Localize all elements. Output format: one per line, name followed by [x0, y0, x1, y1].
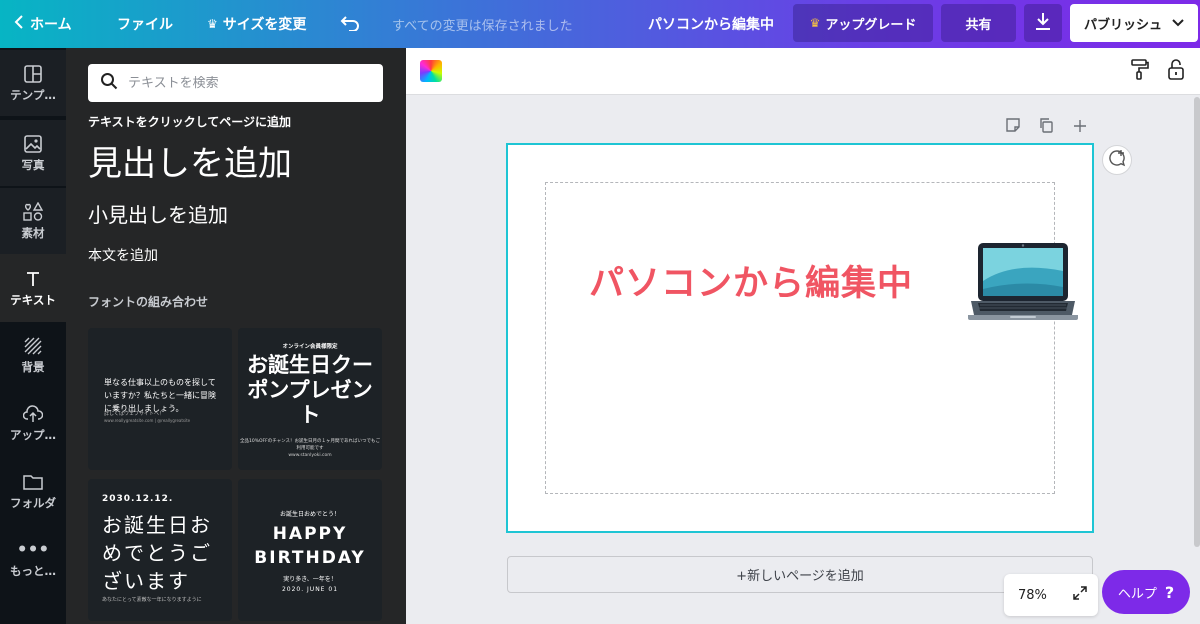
rail-item-text[interactable]: テキスト [0, 254, 66, 322]
laptop-illustration[interactable] [968, 241, 1078, 325]
add-subheading-button[interactable]: 小見出しを追加 [88, 199, 228, 228]
design-page[interactable]: パソコンから編集中 [506, 143, 1094, 533]
publish-button[interactable]: パブリッシュ [1070, 4, 1198, 42]
panel-hint: テキストをクリックしてページに追加 [88, 115, 292, 129]
text-icon [23, 269, 43, 289]
search-input[interactable] [128, 75, 368, 91]
card-text: 実り多き、一年を！ [283, 576, 337, 583]
elements-icon [23, 201, 43, 222]
crown-icon: ♛ [207, 17, 218, 31]
upgrade-label: アップグレード [825, 17, 917, 33]
font-combo-card[interactable]: 単なる仕事以上のものを探していますか？私たちと一緒に冒険に乗り出しましょう。 詳… [88, 328, 232, 470]
rail-label: 背景 [21, 359, 45, 374]
crown-icon: ♛ [809, 16, 821, 30]
more-icon: ••• [16, 539, 50, 560]
duplicate-page-button[interactable] [1035, 116, 1057, 138]
rail-label: 素材 [21, 225, 45, 240]
canvas-title-text[interactable]: パソコンから編集中 [589, 255, 913, 306]
add-heading-button[interactable]: 見出しを追加 [88, 136, 292, 185]
upgrade-button[interactable]: ♛ アップグレード [793, 4, 933, 42]
folder-icon [23, 472, 43, 492]
card-title: お誕生日クーポンプレゼント [247, 353, 373, 427]
copy-style-button[interactable] [1128, 58, 1152, 84]
download-icon [1034, 11, 1052, 35]
text-panel: テキストをクリックしてページに追加 見出しを追加 小見出しを追加 本文を追加 フ… [66, 48, 406, 624]
help-button[interactable]: ヘルプ ? [1102, 570, 1190, 614]
font-combo-card[interactable]: オンライン会員様限定 お誕生日クーポンプレゼント 全品10%OFFのチャンス！お… [238, 328, 382, 470]
note-icon [1005, 117, 1021, 137]
file-menu[interactable]: ファイル [117, 0, 173, 48]
download-button[interactable] [1024, 4, 1062, 42]
lock-icon [1167, 58, 1185, 84]
color-picker-icon[interactable] [420, 60, 442, 82]
question-icon: ? [1164, 582, 1175, 602]
add-comment-button[interactable] [1102, 145, 1132, 175]
chevron-left-icon [14, 15, 24, 33]
card-title: お誕生日おめでとうございます [102, 513, 212, 593]
save-status: すべての変更は保存されました [392, 18, 573, 34]
resize-button[interactable]: ♛ サイズを変更 [207, 0, 306, 48]
home-button[interactable]: ホーム [14, 0, 72, 48]
rail-item-background[interactable]: 背景 [0, 322, 66, 388]
document-title[interactable]: パソコンから編集中 [648, 0, 774, 48]
rail-label: テンプ… [10, 87, 56, 102]
card-text: www.reallygreatsite.com | @reallygreatsi… [104, 418, 191, 423]
rail-item-more[interactable]: ••• もっと… [0, 526, 66, 592]
rail-item-elements[interactable]: 素材 [0, 188, 66, 254]
rail-item-photos[interactable]: 写真 [0, 120, 66, 186]
rail-item-uploads[interactable]: アップ… [0, 390, 66, 456]
comment-add-icon [1108, 149, 1126, 171]
rail-label: 写真 [21, 157, 45, 172]
photo-icon [23, 134, 43, 154]
card-text: オンライン会員様限定 [282, 344, 338, 350]
search-icon [100, 72, 118, 94]
search-box[interactable] [88, 64, 383, 102]
undo-icon [340, 12, 360, 36]
zoom-level[interactable]: 78% [1018, 588, 1047, 603]
rail-item-templates[interactable]: テンプ… [0, 50, 66, 116]
card-text: お誕生日おめでとう！ [279, 511, 340, 518]
card-text: 2030.12.12. [102, 494, 174, 504]
scrollbar[interactable] [1194, 97, 1200, 547]
rail-label: フォルダ [10, 495, 56, 510]
chevron-down-icon [1172, 16, 1184, 31]
duplicate-icon [1038, 117, 1054, 137]
share-button[interactable]: 共有 [941, 4, 1016, 42]
card-text: 詳しくはウェブサイトへ！ [104, 411, 165, 417]
editor-area: パソコンから編集中 +新しいページを追加 78% ヘルプ ? [406, 48, 1200, 624]
editor-toolbar [406, 48, 1200, 95]
fullscreen-icon[interactable] [1072, 585, 1088, 605]
rail-label: もっと… [10, 563, 56, 578]
upload-icon [23, 404, 43, 424]
add-page-icon-button[interactable] [1069, 116, 1091, 138]
selection-guide: パソコンから編集中 [545, 182, 1078, 494]
font-combinations-heading: フォントの組み合わせ [88, 295, 209, 309]
card-text: あなたにとって素敵な一年になりますように [102, 597, 202, 603]
rail-item-folders[interactable]: フォルダ [0, 458, 66, 524]
rail-label: アップ… [10, 427, 56, 442]
resize-label: サイズを変更 [222, 17, 307, 33]
card-text: 2020. JUNE 01 [281, 586, 339, 593]
undo-button[interactable] [340, 0, 360, 48]
font-combo-card[interactable]: お誕生日おめでとう！ HAPPY BIRTHDAY 実り多き、一年を！ 2020… [238, 479, 382, 621]
card-title: HAPPY BIRTHDAY [254, 524, 366, 568]
help-label: ヘルプ [1117, 586, 1157, 602]
card-text: 全品10%OFFのチャンス！お誕生日月の１ヶ月間であればいつでもご利用可能です [239, 439, 381, 451]
home-label: ホーム [30, 17, 72, 33]
lock-button[interactable] [1164, 58, 1188, 84]
plus-icon [1073, 118, 1087, 137]
left-rail: テンプ… 写真 素材 テキスト 背景 アップ… フォルダ ••• もっと… [0, 48, 66, 624]
zoom-control[interactable]: 78% [1004, 574, 1098, 616]
card-text: www.stanlyoki.com [288, 453, 332, 458]
layout-icon [23, 64, 43, 84]
top-bar: ホーム ファイル ♛ サイズを変更 すべての変更は保存されました パソコンから編… [0, 0, 1200, 48]
page-notes-button[interactable] [1002, 116, 1024, 138]
background-icon [23, 336, 43, 356]
font-combo-card[interactable]: 2030.12.12. お誕生日おめでとうございます あなたにとって素敵な一年に… [88, 479, 232, 621]
publish-label: パブリッシュ [1083, 17, 1162, 33]
add-body-text-button[interactable]: 本文を追加 [88, 245, 158, 265]
rail-label: テキスト [10, 292, 56, 307]
paint-roller-icon [1131, 58, 1149, 84]
